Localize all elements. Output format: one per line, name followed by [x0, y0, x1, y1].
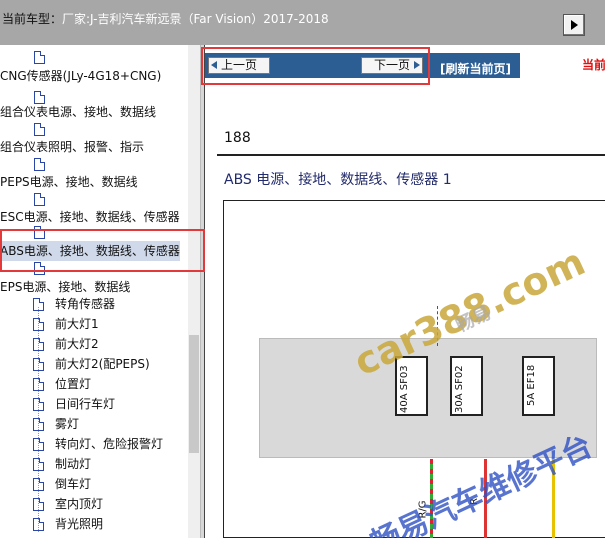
- tree-item-cluster-power[interactable]: 组合仪表电源、接地、数据线: [0, 102, 156, 122]
- tree-subitem-label: 位置灯: [55, 377, 92, 391]
- tree-subitem-label: 前大灯1: [55, 317, 99, 331]
- tree-item-peps[interactable]: PEPS电源、接地、数据线: [0, 172, 138, 192]
- highlight-abs-item: [0, 229, 205, 272]
- highlight-nav-buttons: [201, 47, 430, 85]
- fuse-label: 40A SF03: [399, 365, 410, 413]
- tree-item-cluster-lighting[interactable]: 组合仪表照明、报警、指示: [0, 137, 144, 157]
- tree-item-cng[interactable]: CNG传感器(JLy-4G18+CNG): [0, 66, 161, 86]
- tree-subitem-label: 转角传感器: [55, 297, 116, 311]
- refresh-page-link[interactable]: [刷新当前页]: [440, 60, 511, 77]
- tree-subitem-label: 前大灯2: [55, 337, 99, 351]
- tree-subitem-label: 制动灯: [55, 457, 92, 471]
- current-page-tag: 当前: [582, 58, 605, 72]
- toggle-panel-button[interactable]: [563, 14, 585, 36]
- document-icon[interactable]: [34, 51, 45, 64]
- tree-subitem-label: 雾灯: [55, 417, 80, 431]
- play-icon: [571, 20, 578, 30]
- tree-subitem-label: 转向灯、危险报警灯: [55, 437, 164, 451]
- divider-line: [217, 154, 605, 156]
- tree-subitem-label: 日间行车灯: [55, 397, 116, 411]
- tree-item-label: EPS电源、接地、数据线: [0, 280, 131, 294]
- tree-item-label: 组合仪表电源、接地、数据线: [0, 105, 157, 119]
- document-icon[interactable]: [34, 158, 45, 171]
- diagram-title: ABS 电源、接地、数据线、传感器 1: [224, 172, 452, 188]
- tree-item-esc[interactable]: ESC电源、接地、数据线、传感器: [0, 207, 180, 227]
- tree-subitem-label: 背光照明: [55, 517, 104, 531]
- tree-connector: [38, 307, 39, 532]
- fuse-label: 5A EF18: [526, 364, 537, 406]
- scrollbar-thumb[interactable]: [189, 335, 199, 453]
- document-icon[interactable]: [34, 193, 45, 206]
- tree-subitem-label: 前大灯2(配PEPS): [55, 357, 150, 371]
- current-model-value: 厂家:J-吉利汽车新远景（Far Vision）2017-2018: [62, 12, 329, 26]
- sidebar-scrollbar[interactable]: [188, 45, 200, 538]
- sidebar-tree: CNG传感器(JLy-4G18+CNG) 组合仪表电源、接地、数据线 组合仪表照…: [0, 45, 200, 538]
- tree-item-label: ESC电源、接地、数据线、传感器: [0, 210, 180, 224]
- tree-item-label: CNG传感器(JLy-4G18+CNG): [0, 69, 162, 83]
- page-number: 188: [224, 130, 251, 146]
- top-bar: 当前车型：厂家:J-吉利汽车新远景（Far Vision）2017-2018: [0, 0, 605, 45]
- tree-subitem-label: 倒车灯: [55, 477, 92, 491]
- current-model-title: 当前车型：厂家:J-吉利汽车新远景（Far Vision）2017-2018: [2, 10, 329, 27]
- document-icon[interactable]: [34, 123, 45, 136]
- tree-item-label: PEPS电源、接地、数据线: [0, 175, 138, 189]
- current-model-label: 当前车型：: [2, 12, 63, 26]
- fuse-label: 30A SF02: [454, 365, 465, 413]
- tree-subitem-label: 室内顶灯: [55, 497, 104, 511]
- tree-item-label: 组合仪表照明、报警、指示: [0, 140, 145, 154]
